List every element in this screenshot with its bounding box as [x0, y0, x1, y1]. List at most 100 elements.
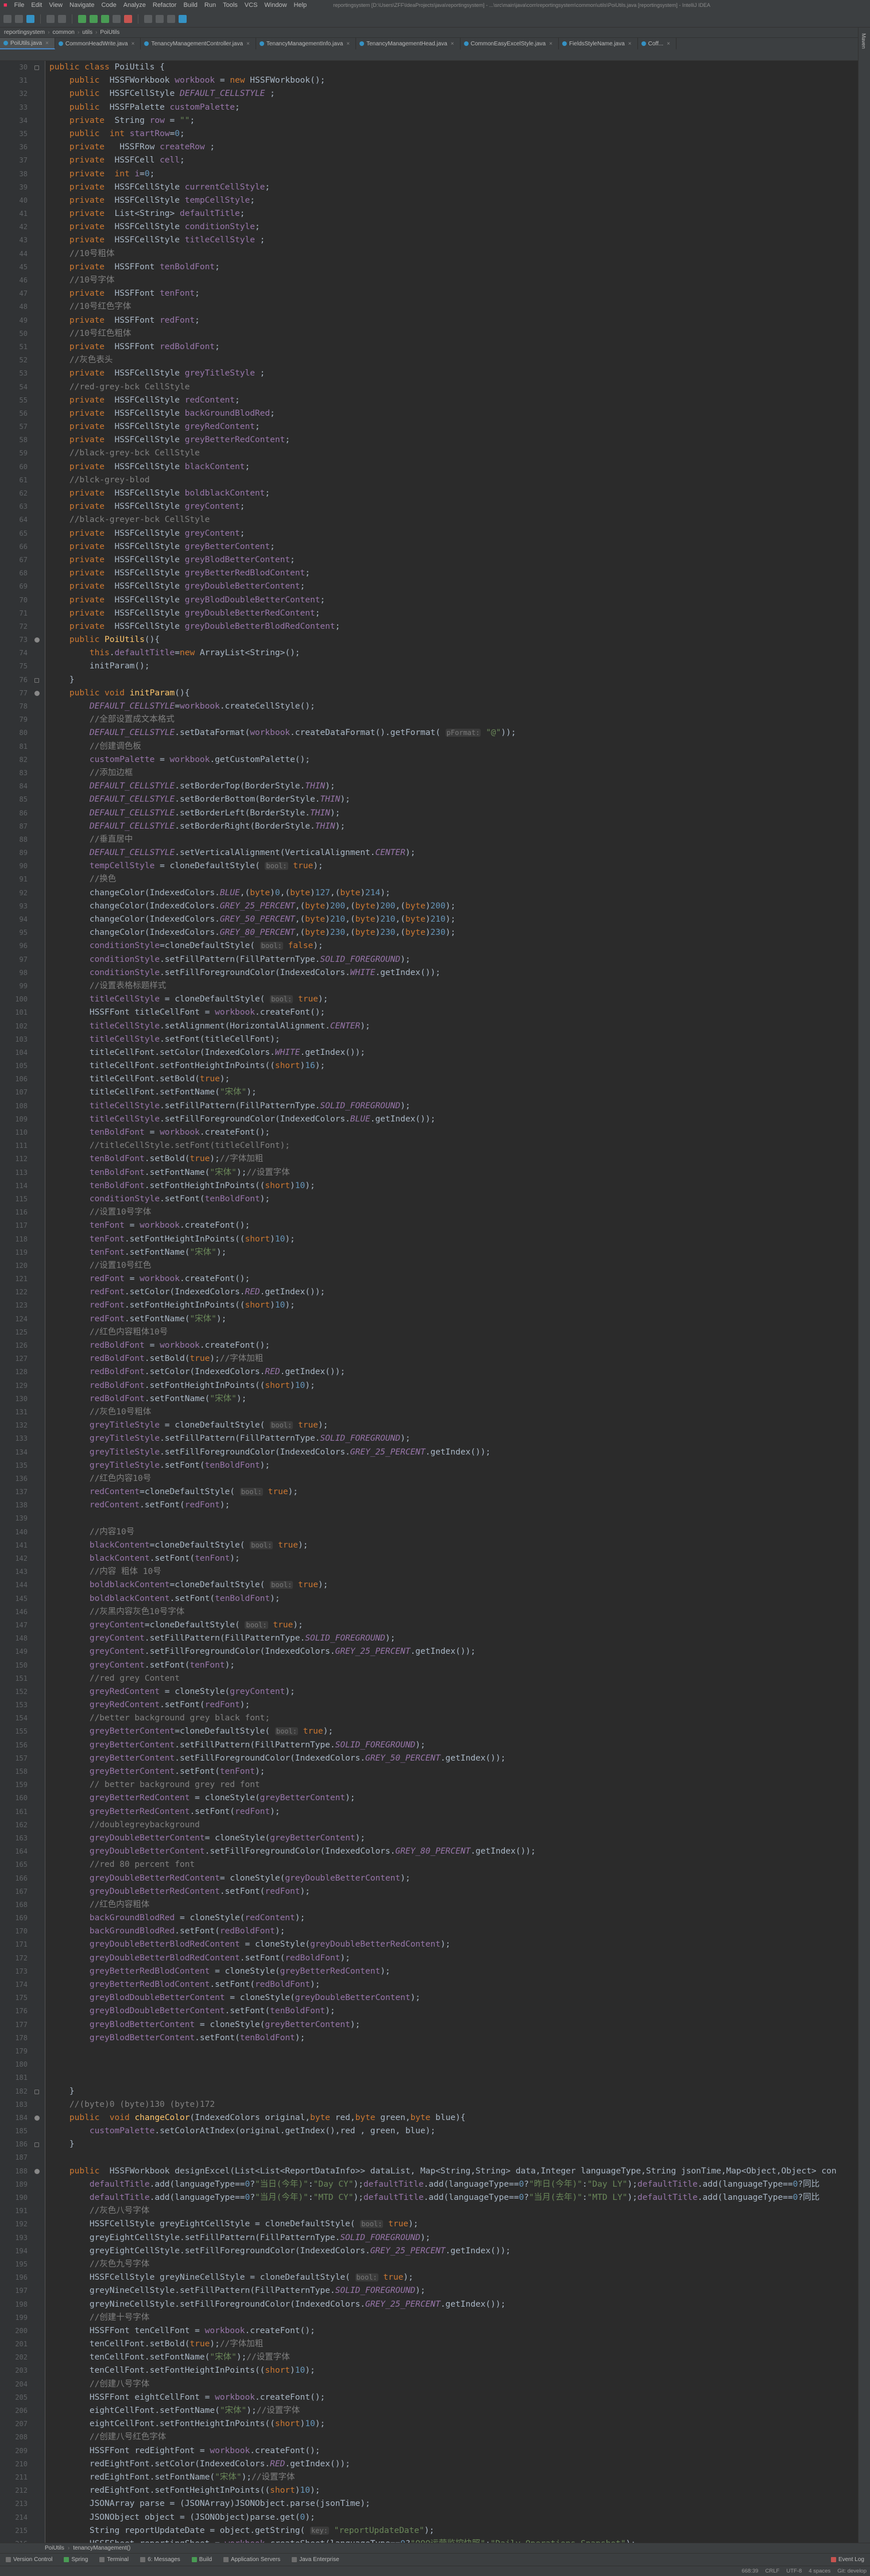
- tool-java-enterprise[interactable]: Java Enterprise: [286, 2556, 345, 2563]
- code-line[interactable]: 169 backGroundBlodRed = cloneStyle(redCo…: [15, 1912, 858, 1925]
- code-line[interactable]: 37 private HSSFCell cell;: [20, 154, 858, 167]
- tool-application-servers[interactable]: Application Servers: [218, 2556, 286, 2563]
- code-line[interactable]: 88 //垂直居中: [20, 833, 858, 846]
- fold-icon[interactable]: [34, 2089, 39, 2094]
- override-marker-icon[interactable]: [34, 2115, 40, 2121]
- event-log-button[interactable]: Event Log: [830, 2556, 870, 2563]
- code-line[interactable]: 184 public void changeColor(IndexedColor…: [15, 2111, 858, 2125]
- menu-view[interactable]: View: [45, 2, 66, 9]
- close-icon[interactable]: ×: [132, 41, 135, 47]
- code-line[interactable]: 69 private HSSFCellStyle greyDoubleBette…: [20, 580, 858, 593]
- code-line[interactable]: 206 eightCellFont.setFontName("宋体");//设置…: [15, 2404, 858, 2418]
- code-line[interactable]: 120 //设置10号红色: [15, 1259, 858, 1272]
- file-encoding[interactable]: UTF-8: [786, 2568, 802, 2574]
- code-line[interactable]: 156 greyBetterContent.setFillPattern(Fil…: [15, 1739, 858, 1752]
- code-line[interactable]: 59 //black-grey-bck CellStyle: [20, 447, 858, 460]
- code-line[interactable]: 39 private HSSFCellStyle currentCellStyl…: [20, 181, 858, 194]
- code-line[interactable]: 180: [15, 2058, 858, 2071]
- code-area[interactable]: 30 public class PoiUtils {31 public HSSFW…: [15, 61, 858, 2543]
- code-line[interactable]: 171 greyDoubleBetterBlodRedContent = clo…: [15, 1938, 858, 1951]
- nav-crumb-class[interactable]: PoiUtils: [98, 29, 121, 36]
- code-line[interactable]: 154 //better background grey black font;: [15, 1712, 858, 1725]
- code-line[interactable]: 80 DEFAULT_CELLSTYLE.setDataFormat(workb…: [20, 726, 858, 740]
- code-line[interactable]: 164 greyDoubleBetterContent.setFillForeg…: [15, 1845, 858, 1858]
- code-line[interactable]: 63 private HSSFCellStyle greyContent;: [20, 500, 858, 513]
- code-line[interactable]: 147 greyContent=cloneDefaultStyle( bool:…: [15, 1619, 858, 1632]
- code-line[interactable]: 181: [15, 2071, 858, 2084]
- code-line[interactable]: 117 tenFont = workbook.createFont();: [15, 1219, 858, 1232]
- menu-help[interactable]: Help: [291, 2, 311, 9]
- tool-messages[interactable]: 6: Messages: [134, 2556, 186, 2563]
- code-line[interactable]: 215 String reportUpdateDate = object.get…: [15, 2524, 858, 2538]
- code-line[interactable]: 62 private HSSFCellStyle boldblackConten…: [20, 487, 858, 500]
- code-line[interactable]: 77 public void initParam(){: [20, 687, 858, 700]
- code-line[interactable]: 129 redBoldFont.setFontHeightInPoints((s…: [15, 1379, 858, 1393]
- save-icon[interactable]: [15, 14, 23, 23]
- code-line[interactable]: 173 greyBetterRedBlodContent = cloneStyl…: [15, 1965, 858, 1978]
- code-line[interactable]: 186 }: [15, 2138, 858, 2151]
- code-line[interactable]: 150 greyContent.setFont(tenFont);: [15, 1659, 858, 1672]
- code-line[interactable]: 188 public HSSFWorkbook designExcel(List…: [15, 2165, 858, 2178]
- code-line[interactable]: 160 greyBetterRedContent = cloneStyle(gr…: [15, 1792, 858, 1805]
- code-line[interactable]: 116 //设置10号字体: [15, 1206, 858, 1219]
- code-line[interactable]: 122 redFont.setColor(IndexedColors.RED.g…: [15, 1286, 858, 1299]
- code-line[interactable]: 210 redEightFont.setColor(IndexedColors.…: [15, 2458, 858, 2471]
- code-line[interactable]: 207 eightCellFont.setFontHeightInPoints(…: [15, 2418, 858, 2431]
- close-icon[interactable]: ×: [549, 41, 552, 47]
- menu-refactor[interactable]: Refactor: [149, 2, 180, 9]
- code-line[interactable]: 202 tenCellFont.setFontName("宋体");//设置字体: [15, 2351, 858, 2364]
- open-folder-icon[interactable]: [3, 14, 11, 23]
- code-line[interactable]: 113 tenBoldFont.setFontName("宋体");//设置字体: [15, 1166, 858, 1179]
- code-line[interactable]: 40 private HSSFCellStyle tempCellStyle;: [20, 194, 858, 207]
- code-line[interactable]: 53 private HSSFCellStyle greyTitleStyle …: [20, 367, 858, 380]
- code-line[interactable]: 73 public PoiUtils(){: [20, 633, 858, 647]
- nav-crumb-package[interactable]: common: [51, 29, 76, 36]
- code-line[interactable]: 104 titleCellFont.setColor(IndexedColors…: [15, 1046, 858, 1059]
- code-line[interactable]: 213 JSONArray parse = (JSONArray)JSONObj…: [15, 2497, 858, 2511]
- code-line[interactable]: 152 greyRedContent = cloneStyle(greyCont…: [15, 1685, 858, 1699]
- code-line[interactable]: 198 greyNineCellStyle.setFillForegroundC…: [15, 2298, 858, 2311]
- code-line[interactable]: 45 private HSSFFont tenBoldFont;: [20, 261, 858, 274]
- code-line[interactable]: 146 //灰黑内容灰色10号字体: [15, 1606, 858, 1619]
- caret-position[interactable]: 668:39: [741, 2568, 758, 2574]
- code-line[interactable]: 158 greyBetterContent.setFont(tenFont);: [15, 1765, 858, 1778]
- settings-icon[interactable]: [179, 14, 187, 23]
- menu-tools[interactable]: Tools: [219, 2, 241, 9]
- stop-icon[interactable]: [124, 14, 132, 23]
- code-line[interactable]: 46 //10号字体: [20, 274, 858, 287]
- code-line[interactable]: 82 customPalette = workbook.getCustomPal…: [20, 753, 858, 767]
- code-line[interactable]: 148 greyContent.setFillPattern(FillPatte…: [15, 1632, 858, 1645]
- code-line[interactable]: 68 private HSSFCellStyle greyBetterRedBl…: [20, 567, 858, 580]
- code-line[interactable]: 84 DEFAULT_CELLSTYLE.setBorderTop(Border…: [20, 780, 858, 793]
- code-line[interactable]: 65 private HSSFCellStyle greyContent;: [20, 527, 858, 540]
- code-line[interactable]: 139: [15, 1512, 858, 1525]
- code-line[interactable]: 185 customPalette.setColorAtIndex(origin…: [15, 2125, 858, 2138]
- code-line[interactable]: 174 greyBetterRedBlodContent.setFont(red…: [15, 1978, 858, 1991]
- code-line[interactable]: 155 greyBetterContent=cloneDefaultStyle(…: [15, 1725, 858, 1738]
- fold-icon[interactable]: [34, 2142, 39, 2148]
- code-line[interactable]: 90 tempCellStyle = cloneDefaultStyle( bo…: [20, 860, 858, 873]
- code-line[interactable]: 176 greyBlodDoubleBetterContent.setFont(…: [15, 2005, 858, 2018]
- code-line[interactable]: 35 public int startRow=0;: [20, 127, 858, 141]
- code-line[interactable]: 123 redFont.setFontHeightInPoints((short…: [15, 1299, 858, 1312]
- vcs-update-icon[interactable]: [144, 14, 152, 23]
- code-line[interactable]: 131 //灰色10号粗体: [15, 1406, 858, 1419]
- editor-tab[interactable]: FieldsStyleName.java ×: [559, 38, 638, 49]
- code-line[interactable]: 93 changeColor(IndexedColors.GREY_25_PER…: [20, 900, 858, 913]
- tool-build[interactable]: Build: [186, 2556, 218, 2563]
- code-line[interactable]: 58 private HSSFCellStyle greyBetterRedCo…: [20, 434, 858, 447]
- code-line[interactable]: 196 HSSFCellStyle greyNineCellStyle = cl…: [15, 2271, 858, 2284]
- code-line[interactable]: 78 DEFAULT_CELLSTYLE=workbook.createCell…: [20, 700, 858, 713]
- debug-icon[interactable]: [101, 14, 109, 23]
- code-line[interactable]: 194 greyEightCellStyle.setFillForeground…: [15, 2245, 858, 2258]
- code-line[interactable]: 126 redBoldFont = workbook.createFont();: [15, 1339, 858, 1352]
- code-line[interactable]: 177 greyBlodBetterContent = cloneStyle(g…: [15, 2018, 858, 2032]
- code-line[interactable]: 100 titleCellStyle = cloneDefaultStyle( …: [15, 993, 858, 1006]
- menu-code[interactable]: Code: [98, 2, 119, 9]
- fold-icon[interactable]: [34, 678, 39, 683]
- code-line[interactable]: 165 //red 80 percent font: [15, 1858, 858, 1871]
- code-line[interactable]: 81 //创建调色板: [20, 740, 858, 753]
- run-icon[interactable]: [90, 14, 98, 23]
- code-line[interactable]: 179: [15, 2045, 858, 2058]
- code-line[interactable]: 92 changeColor(IndexedColors.BLUE,(byte)…: [20, 887, 858, 900]
